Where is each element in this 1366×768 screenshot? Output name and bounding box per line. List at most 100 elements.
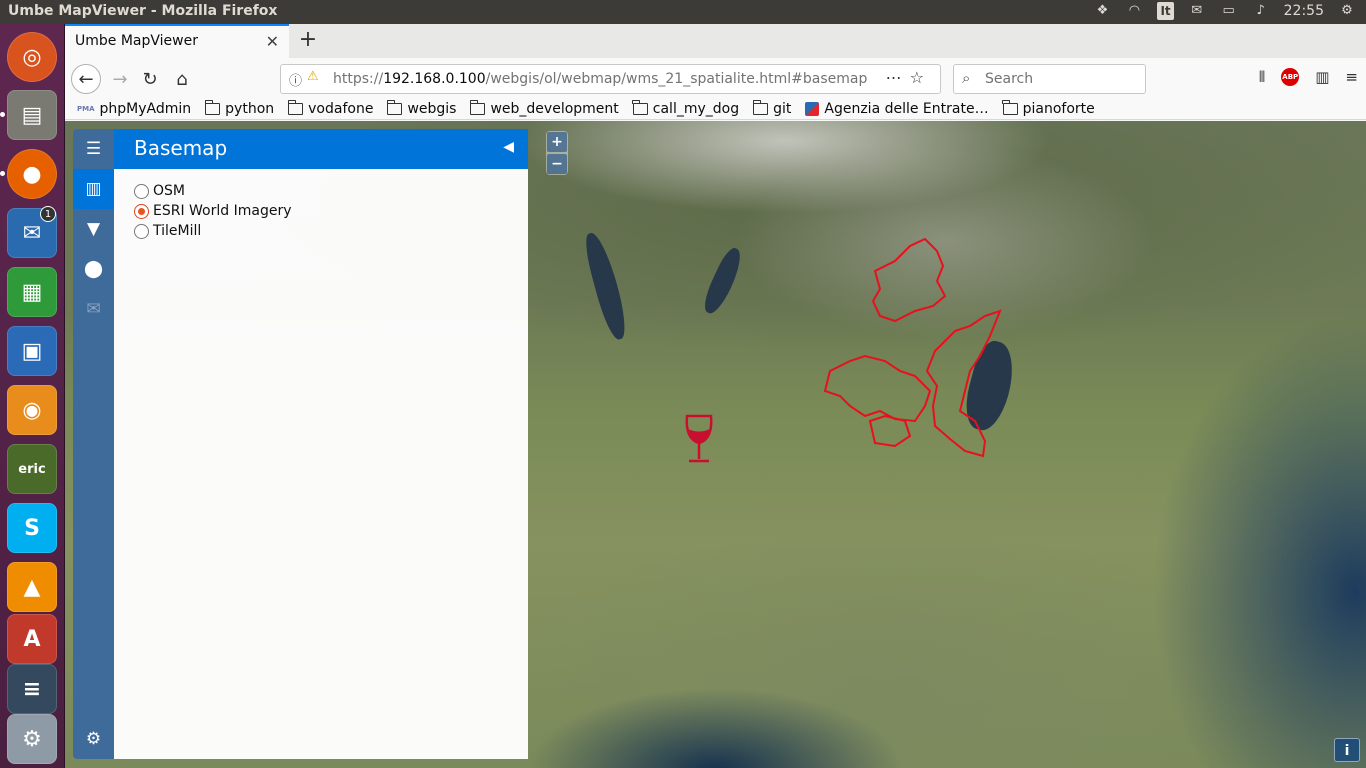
close-tab-icon[interactable]: ✕ xyxy=(266,32,279,51)
site-info-icon[interactable]: ⓘ xyxy=(289,70,302,89)
url-host: 192.168.0.100 xyxy=(383,71,486,87)
zoom-control: + − xyxy=(546,131,568,175)
app-stack-icon[interactable]: ≡ xyxy=(7,664,57,714)
clock[interactable]: 22:55 xyxy=(1284,3,1324,19)
skype-icon[interactable]: S xyxy=(7,503,57,553)
insecure-lock-icon[interactable]: ⚠ xyxy=(307,69,319,84)
dropbox-icon[interactable]: ❖ xyxy=(1093,2,1111,20)
url-scheme: https:// xyxy=(333,71,384,87)
radio-button[interactable] xyxy=(134,183,149,199)
gear-icon: ⚙ xyxy=(85,729,102,749)
folder-icon xyxy=(469,99,486,115)
top-panel: Umbe MapViewer - Mozilla Firefox ❖ ◠ It … xyxy=(0,0,1366,24)
zoom-in-button[interactable]: + xyxy=(547,132,567,152)
reload-button[interactable]: ↻ xyxy=(135,64,165,94)
ubuntu-dash-icon[interactable]: ◎ xyxy=(7,32,57,82)
zoom-out-button[interactable]: − xyxy=(547,154,567,174)
wine-region-polygon[interactable] xyxy=(871,237,947,323)
search-input[interactable]: ⌕ Search xyxy=(953,64,1146,94)
libreoffice-impress-icon[interactable]: ▣ xyxy=(7,326,57,376)
home-button[interactable]: ⌂ xyxy=(167,64,197,94)
notification-badge: 1 xyxy=(40,206,56,222)
bookmark-vodafone[interactable]: vodafone xyxy=(287,99,373,117)
page-actions[interactable]: ⋯☆ xyxy=(886,68,932,87)
map-viewport[interactable]: ☰ ▥ ▼ ⬤ ✉ ⚙ Basemap ◀ OSM ESRI World Ima… xyxy=(65,121,1366,768)
bookmark-agenzia-entrate[interactable]: Agenzia delle Entrate… xyxy=(805,101,989,117)
language-indicator[interactable]: It xyxy=(1157,2,1174,20)
folder-icon xyxy=(1002,99,1018,115)
launcher: ◎ ▤ ● ✉ 1 ▦ ▣ ◉ eric S ▲ A ≡ ⚙ xyxy=(0,24,65,768)
basemap-option-osm[interactable]: OSM xyxy=(134,181,508,201)
bookmark-pianoforte[interactable]: pianoforte xyxy=(1002,99,1095,117)
power-gear-icon[interactable]: ⚙ xyxy=(1338,2,1356,20)
attribution-info-button[interactable]: i xyxy=(1334,738,1360,762)
pane-header: Basemap ◀ xyxy=(114,129,528,169)
software-center-icon[interactable]: A xyxy=(7,614,57,664)
sidebar-tab-settings[interactable]: ⚙ xyxy=(73,719,114,759)
folder-icon xyxy=(204,99,221,115)
tab-umbe-mapviewer[interactable]: Umbe MapViewer ✕ xyxy=(65,24,289,58)
nav-bar: ← → ↻ ⌂ ⓘ ⚠ https://192.168.0.100/webgis… xyxy=(65,58,1366,98)
sidebar-toggle-icon[interactable]: ▥ xyxy=(1315,68,1329,86)
bookmark-git[interactable]: git xyxy=(752,99,791,117)
blender-icon[interactable]: ◉ xyxy=(7,385,57,435)
system-tray: ❖ ◠ It ✉ ▭ ♪ 22:55 ⚙ xyxy=(1093,2,1356,20)
sidebar-tab-basemap[interactable]: ▥ xyxy=(73,169,114,209)
basemap-option-tilemill[interactable]: TileMill xyxy=(134,221,508,241)
tab-bar: Umbe MapViewer ✕ + xyxy=(65,24,1366,58)
map-icon: ▥ xyxy=(85,179,102,199)
collapse-caret-icon[interactable]: ◀ xyxy=(503,139,514,155)
agenzia-entrate-icon xyxy=(805,101,820,116)
sidebar-tabs: ☰ ▥ ▼ ⬤ ✉ ⚙ xyxy=(73,129,114,759)
running-indicator xyxy=(0,112,5,117)
bookmark-call-my-dog[interactable]: call_my_dog xyxy=(632,99,739,117)
folder-icon xyxy=(287,99,304,115)
menu-hamburger-icon[interactable]: ≡ xyxy=(1345,68,1358,86)
toolbar-icons: ⫴ ABP ▥ ≡ xyxy=(1259,68,1358,86)
bookmark-webgis[interactable]: webgis xyxy=(386,99,456,117)
forward-button[interactable]: → xyxy=(105,64,135,94)
basemap-options: OSM ESRI World Imagery TileMill xyxy=(114,169,528,253)
wifi-icon[interactable]: ◠ xyxy=(1125,2,1143,20)
folder-icon xyxy=(386,99,403,115)
eric-ide-icon[interactable]: eric xyxy=(7,444,57,494)
files-icon[interactable]: ▤ xyxy=(7,90,57,140)
radio-button[interactable] xyxy=(134,203,149,219)
sidebar-tab-menu[interactable]: ☰ xyxy=(73,129,114,169)
option-label: TileMill xyxy=(153,223,202,239)
battery-icon[interactable]: ▭ xyxy=(1220,2,1238,20)
hamburger-icon: ☰ xyxy=(85,139,102,159)
bookmark-python[interactable]: python xyxy=(204,99,274,117)
mail-icon[interactable]: ✉ xyxy=(1188,2,1206,20)
search-icon: ⌕ xyxy=(962,69,971,87)
basemap-option-esri-world-imagery[interactable]: ESRI World Imagery xyxy=(134,201,508,221)
radio-button[interactable] xyxy=(134,223,149,239)
url-bar[interactable]: ⓘ ⚠ https://192.168.0.100/webgis/ol/webm… xyxy=(280,64,941,94)
bookmark-phpmyadmin[interactable]: PMA phpMyAdmin xyxy=(77,101,191,117)
wine-glass-icon[interactable] xyxy=(685,414,713,463)
wine-region-polygon[interactable] xyxy=(868,414,912,448)
sidebar-pane: Basemap ◀ OSM ESRI World Imagery TileMil… xyxy=(114,129,528,759)
wine-region-polygon[interactable] xyxy=(925,309,1002,458)
phpmyadmin-icon: PMA xyxy=(77,104,95,113)
adblock-plus-icon[interactable]: ABP xyxy=(1281,68,1300,86)
browser-window: Umbe MapViewer ✕ + ← → ↻ ⌂ ⓘ ⚠ https://1… xyxy=(65,24,1366,768)
vlc-icon[interactable]: ▲ xyxy=(7,562,57,612)
pane-title: Basemap xyxy=(134,136,228,160)
system-settings-icon[interactable]: ⚙ xyxy=(7,714,57,764)
volume-icon[interactable]: ♪ xyxy=(1252,2,1270,20)
back-button[interactable]: ← xyxy=(71,64,101,94)
new-tab-button[interactable]: + xyxy=(295,27,321,52)
sidebar-tab-filter[interactable]: ▼ xyxy=(73,209,114,249)
option-label: OSM xyxy=(153,183,185,199)
wine-region-polygon[interactable] xyxy=(823,354,932,423)
folder-icon xyxy=(632,99,648,115)
libreoffice-calc-icon[interactable]: ▦ xyxy=(7,267,57,317)
sidebar-tab-marker[interactable]: ⬤ xyxy=(73,249,114,289)
sidebar-tab-mail: ✉ xyxy=(73,289,114,329)
url-path: /webgis/ol/webmap/wms_21_spatialite.html… xyxy=(485,71,868,87)
bookmark-web-development[interactable]: web_development xyxy=(469,99,619,117)
running-indicator xyxy=(0,171,5,176)
library-icon[interactable]: ⫴ xyxy=(1259,68,1265,86)
firefox-icon[interactable]: ● xyxy=(7,149,57,199)
